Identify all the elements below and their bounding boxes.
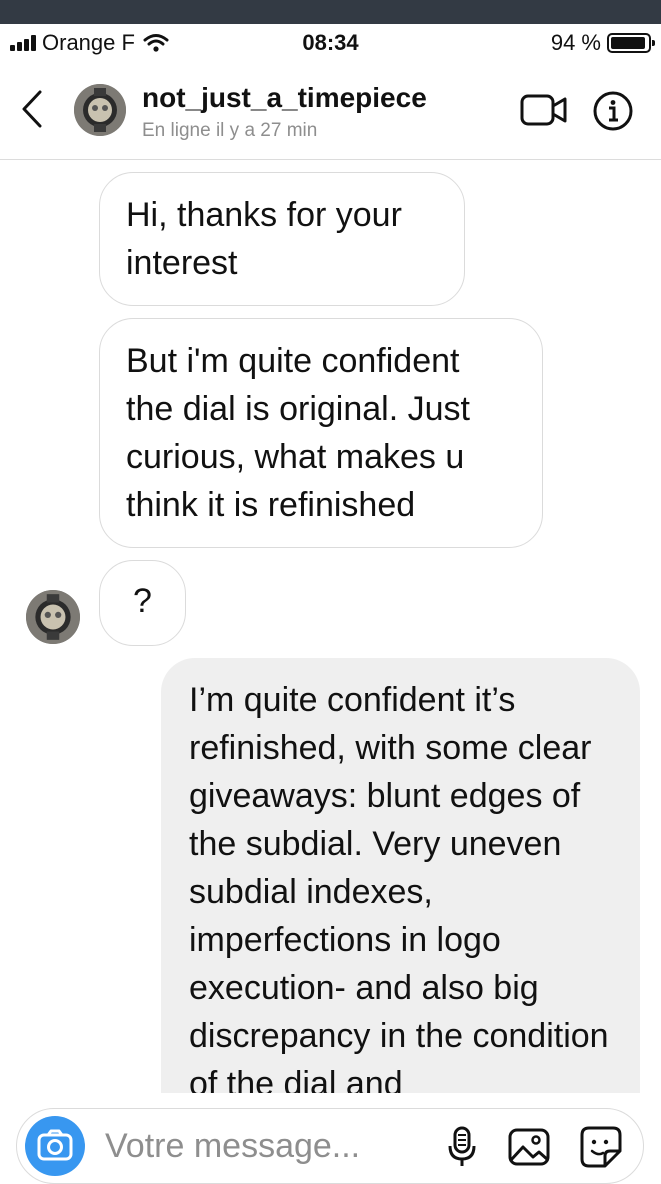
info-button[interactable] [592,90,634,132]
battery-percent: 94 % [550,30,601,55]
sticker-button[interactable] [579,1125,623,1169]
info-icon [593,91,633,131]
battery-icon [607,33,655,53]
battery-group: 94 % [550,30,655,56]
composer-area [0,1093,661,1184]
battery-fill [611,37,645,49]
sender-avatar[interactable] [26,590,80,644]
chat-header: not_just_a_timepiece En ligne il y a 27 … [0,62,661,160]
avatar[interactable] [74,84,126,136]
chat-username[interactable]: not_just_a_timepiece [142,82,427,114]
back-button[interactable] [16,86,52,132]
camera-icon [37,1129,73,1161]
sticker-icon [580,1126,622,1168]
watch-avatar-image [26,590,80,644]
presence-status: En ligne il y a 27 min [142,120,318,141]
back-chevron-icon [22,90,42,128]
gallery-button[interactable] [507,1127,551,1167]
video-call-icon [520,94,567,126]
message-bubble-incoming[interactable]: But i'm quite confident the dial is orig… [99,318,543,548]
message-bubble-outgoing[interactable]: I’m quite confident it’s refinished, wit… [161,658,640,1158]
message-bubble-incoming[interactable]: Hi, thanks for your interest [99,172,465,306]
microphone-icon [448,1126,476,1166]
gallery-icon [508,1128,550,1166]
status-bar: Orange F 08:34 94 % [0,24,661,62]
watch-avatar-image [74,84,126,136]
message-bubble-incoming[interactable]: ? [99,560,186,646]
microphone-button[interactable] [445,1125,479,1169]
camera-button[interactable] [25,1116,85,1176]
top-dark-band [0,0,661,24]
message-input[interactable] [105,1125,435,1167]
video-call-button[interactable] [520,92,568,128]
message-composer [16,1108,644,1184]
